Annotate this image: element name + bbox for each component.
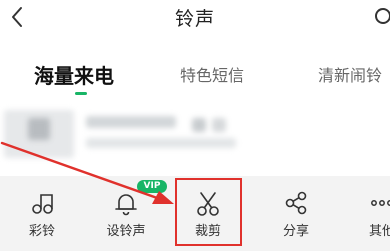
tab-haoliang-laidian[interactable]: 海量来电: [34, 60, 114, 89]
music-note-icon: [32, 194, 53, 214]
song-cover-glyph: [28, 118, 50, 140]
song-title-blur: [86, 116, 176, 128]
vip-badge: VIP: [137, 180, 167, 193]
more-label: 其他: [368, 224, 390, 239]
bell-icon: [115, 194, 137, 216]
song-info-blur: [212, 118, 226, 132]
share-label: 分享: [282, 224, 309, 239]
tab-tese-duanxin[interactable]: 特色短信: [180, 62, 244, 86]
song-list-item[interactable]: [0, 104, 390, 164]
coloring-ring-label: 彩铃: [28, 224, 55, 239]
song-meta-blur: [86, 138, 236, 148]
coloring-ring-button[interactable]: 彩铃: [10, 176, 74, 251]
share-icon: [285, 191, 307, 215]
active-tab-indicator: [75, 92, 87, 95]
category-tabs: 海量来电 特色短信 清新闹铃: [0, 52, 390, 102]
set-ringtone-label: 设铃声: [106, 224, 146, 239]
song-info-blur: [192, 118, 206, 132]
search-icon: [375, 8, 390, 24]
annotation-highlight-box: [175, 178, 242, 246]
tab-qingxin-naoling[interactable]: 清新闹铃: [318, 62, 382, 86]
header-bar: 铃声: [0, 0, 390, 40]
more-icon: [371, 200, 390, 206]
share-button[interactable]: 分享: [264, 176, 328, 251]
more-button[interactable]: 其他: [350, 176, 390, 251]
search-button[interactable]: [374, 5, 390, 29]
page-title: 铃声: [174, 8, 215, 30]
